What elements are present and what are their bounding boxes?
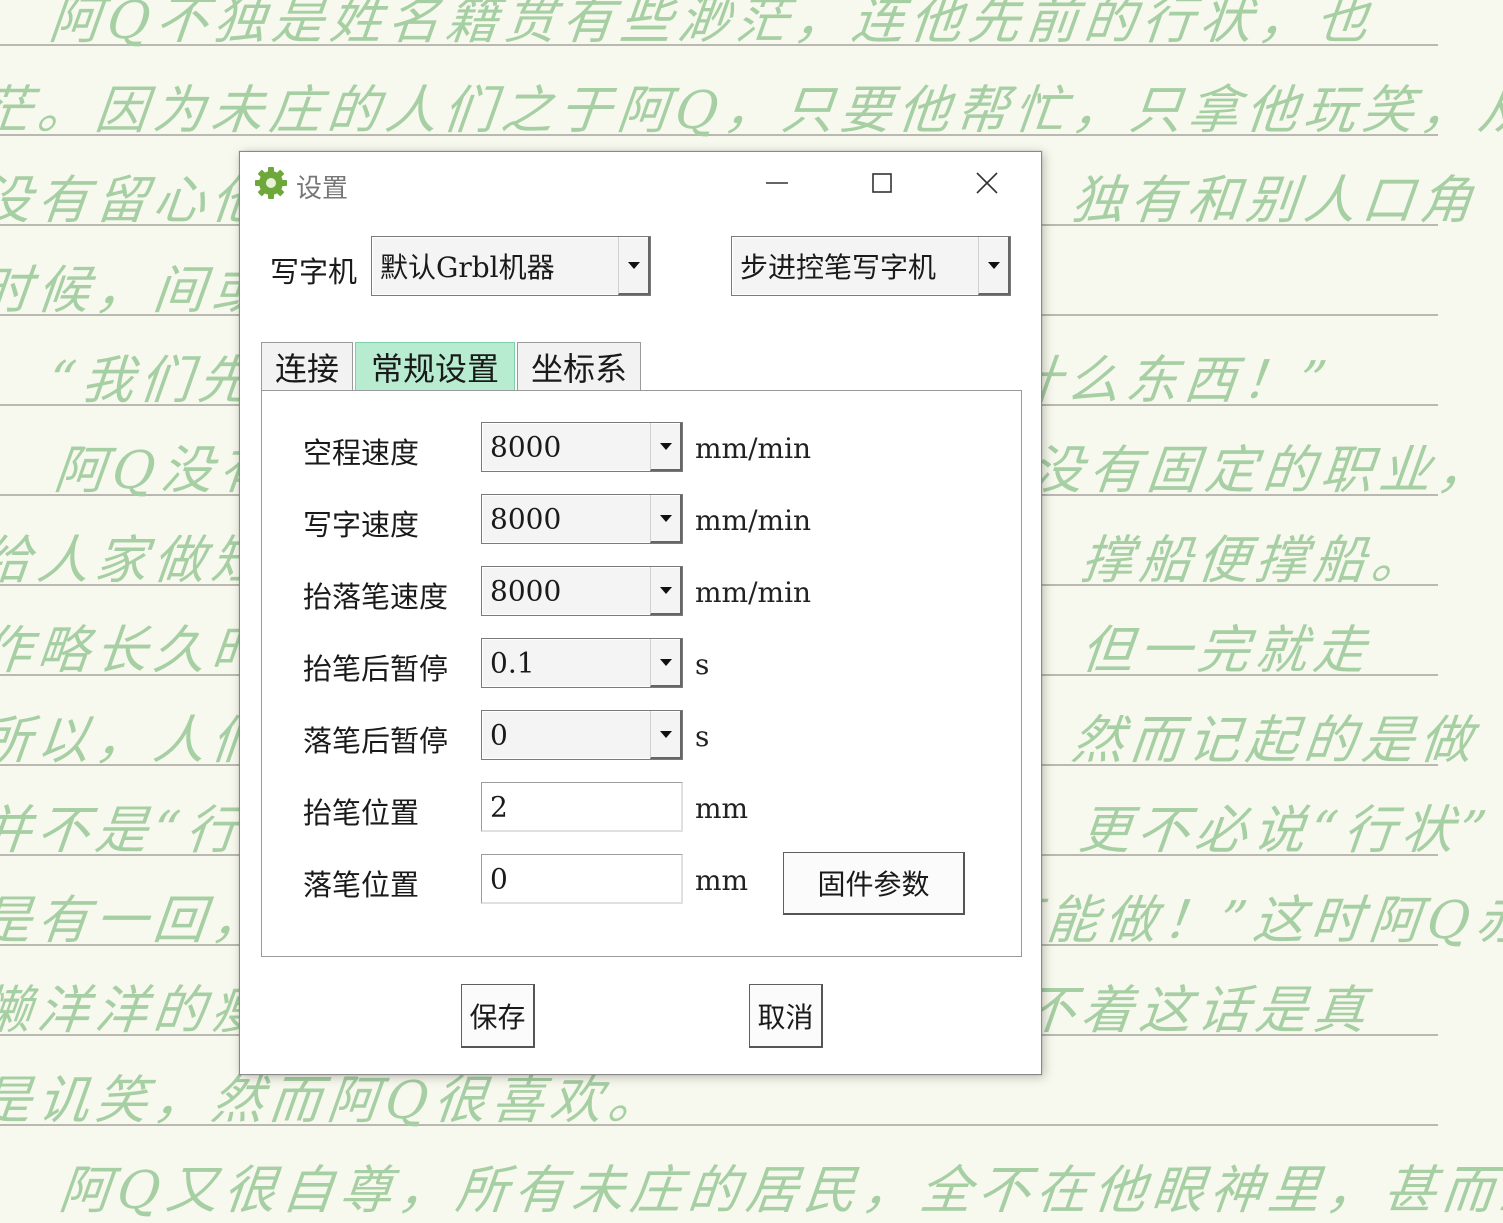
chevron-down-icon (650, 567, 682, 615)
pause-after-drop-value: 0 (490, 718, 508, 752)
firmware-params-button[interactable]: 固件参数 (783, 852, 965, 915)
writing-speed-value: 8000 (490, 502, 562, 536)
pause-after-drop-unit: s (695, 720, 710, 753)
handwriting-line: 阿Q不独是姓名籍贯有些渺茫，连他先前的行状，也 (46, 0, 1378, 51)
pen-down-position-input[interactable]: 0 (481, 854, 683, 904)
close-icon (976, 172, 998, 194)
minimize-button[interactable] (747, 162, 807, 204)
pen-up-position-unit: mm (695, 792, 749, 825)
machine-select[interactable]: 默认Grbl机器 (371, 236, 651, 296)
pause-after-lift-value: 0.1 (490, 646, 535, 680)
pen-up-position-input[interactable]: 2 (481, 782, 683, 832)
pause-after-lift-combo[interactable]: 0.1 (481, 638, 683, 688)
machine-type-select-value: 步进控笔写字机 (740, 251, 937, 284)
machine-type-select[interactable]: 步进控笔写字机 (731, 236, 1011, 296)
pause-after-drop-label: 落笔后暂停 (303, 724, 449, 758)
pen-down-position-label: 落笔位置 (303, 868, 420, 902)
title-bar[interactable]: 设置 (240, 152, 1041, 214)
writing-speed-unit: mm/min (695, 504, 812, 537)
chevron-down-icon (650, 423, 682, 471)
machine-label: 写字机 (270, 255, 358, 289)
chevron-down-icon (650, 711, 682, 759)
handwriting-line: 阿Q又很自尊，所有未庄的居民，全不在他眼神里，甚而至 (56, 1161, 1503, 1221)
pen-lift-speed-label: 抬落笔速度 (303, 580, 449, 614)
pen-lift-speed-combo[interactable]: 8000 (481, 566, 683, 616)
travel-speed-label: 空程速度 (303, 436, 420, 470)
pen-lift-speed-unit: mm/min (695, 576, 812, 609)
travel-speed-combo[interactable]: 8000 (481, 422, 683, 472)
writing-speed-combo[interactable]: 8000 (481, 494, 683, 544)
pause-after-lift-unit: s (695, 648, 710, 681)
maximize-button[interactable] (852, 162, 912, 204)
minimize-icon (766, 182, 788, 184)
tab-coordinate-system[interactable]: 坐标系 (517, 342, 641, 390)
chevron-down-icon (650, 639, 682, 687)
pen-lift-speed-value: 8000 (490, 574, 562, 608)
travel-speed-unit: mm/min (695, 432, 812, 465)
handwriting-line: 茫。因为未庄的人们之于阿Q，只要他帮忙，只拿他玩笑，从 (0, 81, 1503, 141)
gear-icon (255, 167, 287, 199)
pen-up-position-value: 2 (490, 790, 508, 823)
chevron-down-icon (618, 237, 650, 295)
close-button[interactable] (957, 162, 1017, 204)
cancel-button[interactable]: 取消 (749, 984, 823, 1048)
chevron-down-icon (978, 237, 1010, 295)
save-button[interactable]: 保存 (461, 984, 535, 1048)
dialog-title: 设置 (296, 174, 349, 204)
machine-select-value: 默认Grbl机器 (380, 251, 555, 284)
tab-connection[interactable]: 连接 (261, 342, 353, 390)
writing-speed-label: 写字速度 (303, 508, 420, 542)
pen-up-position-label: 抬笔位置 (303, 796, 420, 830)
pause-after-drop-combo[interactable]: 0 (481, 710, 683, 760)
pen-down-position-unit: mm (695, 864, 749, 897)
pause-after-lift-label: 抬笔后暂停 (303, 652, 449, 686)
chevron-down-icon (650, 495, 682, 543)
travel-speed-value: 8000 (490, 430, 562, 464)
pen-down-position-value: 0 (490, 862, 508, 895)
settings-dialog: 设置 写字机 默认Grbl机器 步进控笔写字机 连接 常规设置 坐标系 空程速度… (239, 151, 1042, 1075)
tab-general-settings[interactable]: 常规设置 (355, 342, 515, 390)
maximize-icon (872, 173, 892, 193)
